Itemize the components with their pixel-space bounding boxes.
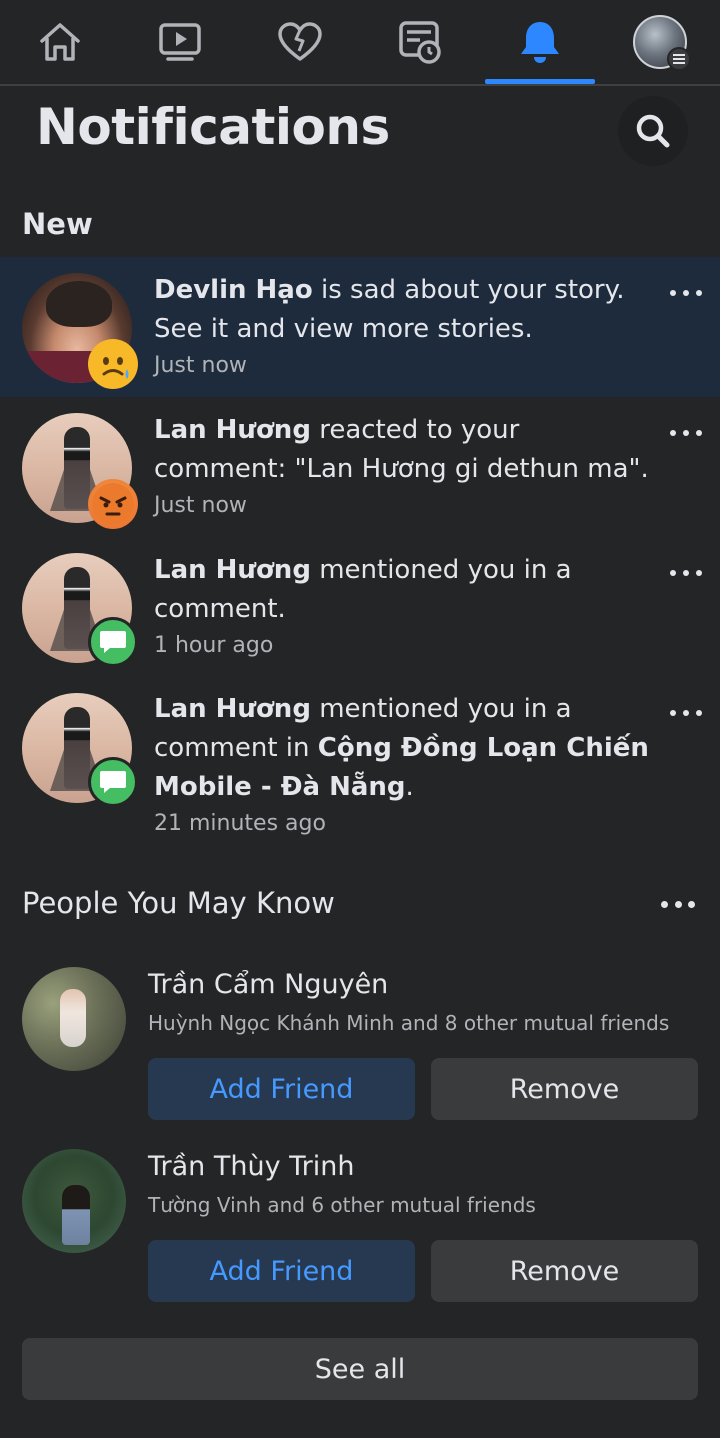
remove-button[interactable]: Remove	[431, 1240, 698, 1302]
person-name[interactable]: Trần Cẩm Nguyên	[148, 969, 388, 1000]
nav-profile[interactable]	[605, 0, 715, 84]
home-icon	[40, 23, 80, 61]
comment-icon	[88, 757, 138, 807]
more-options-icon[interactable]	[668, 563, 704, 583]
mutual-friends: Tường Vinh and 6 other mutual friends	[148, 1193, 536, 1217]
avatar[interactable]	[22, 967, 126, 1071]
sad-reaction-icon	[88, 339, 138, 389]
nav-feeds[interactable]	[365, 0, 475, 84]
add-friend-button[interactable]: Add Friend	[148, 1240, 415, 1302]
notification-text: Lan Hương mentioned you in a comment.	[154, 555, 572, 624]
add-friend-button[interactable]: Add Friend	[148, 1058, 415, 1120]
nav-home[interactable]	[5, 0, 115, 84]
nav-notifications[interactable]	[485, 0, 595, 84]
notification-text: Lan Hương reacted to your comment: "Lan …	[154, 415, 649, 484]
more-options-icon[interactable]	[668, 283, 704, 303]
more-options-icon[interactable]	[668, 423, 704, 443]
section-label-new: New	[22, 207, 93, 241]
more-options-icon[interactable]	[661, 894, 695, 914]
notification-item[interactable]: Lan Hương reacted to your comment: "Lan …	[0, 397, 720, 537]
person-name[interactable]: Trần Thùy Trinh	[148, 1151, 355, 1182]
heart-icon	[278, 22, 322, 61]
angry-reaction-icon	[88, 479, 138, 529]
notification-text: Devlin Hạo is sad about your story. See …	[154, 275, 625, 344]
page-title: Notifications	[36, 98, 390, 156]
see-all-button[interactable]: See all	[22, 1338, 698, 1400]
nav-watch[interactable]	[125, 0, 235, 84]
search-icon	[636, 114, 670, 148]
notification-item[interactable]: Lan Hương mentioned you in a comment. 1 …	[0, 537, 720, 677]
notification-time: Just now	[154, 493, 247, 518]
notification-text: Lan Hương mentioned you in a comment in …	[154, 694, 649, 802]
section-label-pymk: People You May Know	[22, 886, 335, 920]
avatar	[633, 15, 691, 71]
news-feed-icon	[399, 21, 441, 64]
search-button[interactable]	[618, 96, 688, 166]
video-icon	[159, 23, 201, 61]
top-navigation	[0, 0, 720, 86]
nav-active-indicator	[485, 79, 595, 84]
notification-time: 1 hour ago	[154, 633, 274, 658]
bell-icon	[521, 22, 559, 63]
mutual-friends: Huỳnh Ngọc Khánh Minh and 8 other mutual…	[148, 1011, 670, 1035]
remove-button[interactable]: Remove	[431, 1058, 698, 1120]
notification-time: Just now	[154, 353, 247, 378]
more-options-icon[interactable]	[668, 703, 704, 723]
menu-icon	[667, 47, 691, 71]
avatar[interactable]	[22, 1149, 126, 1253]
notification-time: 21 minutes ago	[154, 811, 326, 836]
notification-item[interactable]: Devlin Hạo is sad about your story. See …	[0, 257, 720, 397]
notification-item[interactable]: Lan Hương mentioned you in a comment in …	[0, 677, 720, 857]
nav-dating[interactable]	[245, 0, 355, 84]
comment-icon	[88, 617, 138, 667]
